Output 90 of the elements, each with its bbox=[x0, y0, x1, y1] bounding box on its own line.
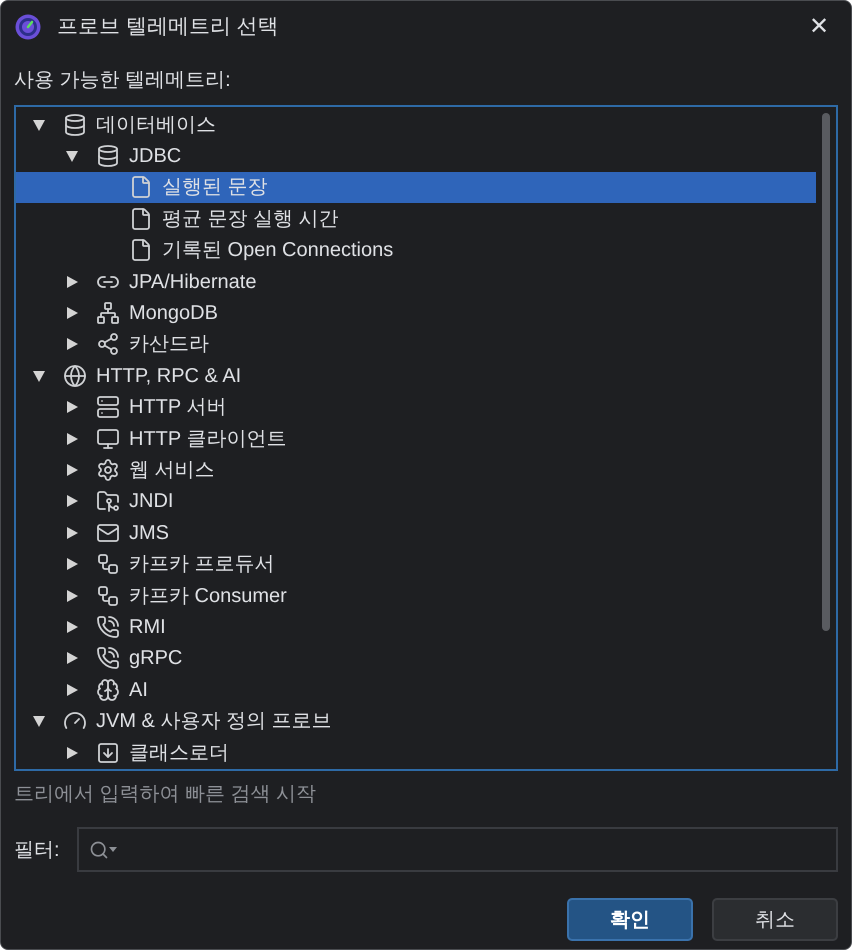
filter-label: 필터: bbox=[14, 838, 61, 862]
nodes-icon bbox=[96, 552, 120, 576]
collapse-arrow-icon[interactable] bbox=[32, 118, 46, 132]
download-icon bbox=[96, 740, 120, 764]
tree-item-label: HTTP 서버 bbox=[129, 395, 226, 420]
expand-arrow-icon[interactable] bbox=[65, 400, 79, 414]
tree-item-label: JDBC bbox=[129, 144, 182, 170]
close-button[interactable]: ✕ bbox=[809, 15, 829, 39]
tree-item[interactable]: 웹 서비스 bbox=[16, 454, 816, 486]
database-icon bbox=[96, 144, 120, 168]
tree-item-label: JVM & 사용자 정의 프로브 bbox=[96, 709, 332, 734]
tree-item[interactable]: JMS bbox=[16, 517, 816, 548]
tree-item[interactable]: 기록된 Open Connections bbox=[16, 234, 816, 266]
tree-item[interactable]: HTTP, RPC & AI bbox=[16, 360, 816, 392]
scrollbar-thumb[interactable] bbox=[822, 113, 830, 631]
nodes-icon bbox=[96, 584, 120, 608]
tree-item-label: HTTP, RPC & AI bbox=[96, 364, 242, 389]
caret-icon bbox=[109, 846, 117, 852]
tree-item-label: AI bbox=[129, 678, 148, 703]
tree-item[interactable]: JNDI bbox=[16, 486, 816, 518]
app-logo-icon bbox=[15, 14, 41, 40]
expand-arrow-icon[interactable] bbox=[65, 682, 79, 697]
ok-button[interactable]: 확인 bbox=[567, 898, 693, 941]
tree-item-label: 카산드라 bbox=[129, 332, 209, 358]
tree-item[interactable]: AI bbox=[16, 674, 816, 706]
expand-arrow-icon[interactable] bbox=[65, 746, 79, 760]
tree-item-label: 카프카 Consumer bbox=[129, 584, 287, 609]
tree-item[interactable]: RMI bbox=[16, 611, 816, 643]
tree-item-label: 클래스로더 bbox=[129, 740, 229, 766]
tree-item[interactable]: HTTP 클라이언트 bbox=[16, 422, 816, 454]
tree-item-label: 평균 문장 실행 시간 bbox=[162, 206, 339, 232]
file-icon bbox=[129, 206, 153, 231]
brain-icon bbox=[96, 678, 120, 702]
tree-item-label: JMS bbox=[129, 520, 169, 546]
expand-arrow-icon[interactable] bbox=[65, 432, 79, 446]
cancel-button[interactable]: 취소 bbox=[712, 898, 838, 941]
phone-icon bbox=[96, 614, 120, 639]
expand-arrow-icon[interactable] bbox=[65, 557, 79, 572]
tree-item-label: RMI bbox=[129, 614, 166, 640]
collapse-arrow-icon[interactable] bbox=[65, 149, 79, 164]
globe-icon bbox=[63, 364, 87, 388]
tree-item[interactable]: 데이터베이스 bbox=[16, 109, 816, 140]
gear-icon bbox=[96, 458, 120, 482]
tree-item[interactable]: 카산드라 bbox=[16, 328, 816, 360]
tree-item[interactable]: 카프카 Consumer bbox=[16, 580, 816, 612]
tree-item-label: 카프카 프로듀서 bbox=[129, 552, 275, 578]
tree-item[interactable]: gRPC bbox=[16, 642, 816, 674]
folder-icon bbox=[96, 489, 120, 514]
search-icon bbox=[89, 840, 109, 860]
expand-arrow-icon[interactable] bbox=[65, 274, 79, 289]
tree-item-label: gRPC bbox=[129, 646, 182, 672]
window-title: 프로브 텔레메트리 선택 bbox=[57, 14, 279, 40]
tree-item-label: MongoDB bbox=[129, 301, 218, 326]
tree-item[interactable]: JVM & 사용자 정의 프로브 bbox=[16, 705, 816, 737]
expand-arrow-icon[interactable] bbox=[65, 588, 79, 603]
tree-item[interactable]: 평균 문장 실행 시간 bbox=[16, 203, 816, 235]
server-icon bbox=[96, 395, 120, 420]
tree-item-label: 기록된 Open Connections bbox=[162, 238, 394, 264]
file-icon bbox=[129, 175, 153, 200]
expand-arrow-icon[interactable] bbox=[65, 462, 79, 477]
expand-arrow-icon[interactable] bbox=[65, 651, 79, 666]
tree-label: 사용 가능한 텔레메트리: bbox=[13, 68, 232, 93]
tree-item[interactable]: JPA/Hibernate bbox=[16, 266, 816, 298]
tree-item[interactable]: JDBC bbox=[16, 140, 816, 172]
tree-item[interactable]: 클래스로더 bbox=[16, 736, 816, 768]
tree-item-label: 웹 서비스 bbox=[129, 458, 215, 483]
collapse-arrow-icon[interactable] bbox=[32, 714, 46, 728]
tree-item-label: 데이터베이스 bbox=[96, 112, 216, 138]
graph-icon bbox=[96, 332, 120, 356]
expand-arrow-icon[interactable] bbox=[65, 306, 79, 320]
file-icon bbox=[129, 238, 153, 262]
tree-item-label: JNDI bbox=[129, 489, 174, 514]
tree-item[interactable]: 실행된 문장 bbox=[16, 172, 816, 204]
monitor-icon bbox=[96, 426, 120, 451]
phone-icon bbox=[96, 646, 120, 670]
tree-item[interactable]: HTTP 서버 bbox=[16, 392, 816, 423]
search-hint: 트리에서 입력하여 빠른 검색 시작 bbox=[13, 782, 318, 807]
tree-item[interactable]: MongoDB bbox=[16, 297, 816, 329]
database-icon bbox=[63, 112, 87, 137]
expand-arrow-icon[interactable] bbox=[65, 620, 79, 634]
tree-item-label: 실행된 문장 bbox=[162, 175, 268, 200]
expand-arrow-icon[interactable] bbox=[65, 494, 79, 508]
tree-item-label: HTTP 클라이언트 bbox=[129, 426, 286, 452]
filter-field[interactable] bbox=[77, 827, 838, 872]
network-icon bbox=[96, 301, 120, 326]
expand-arrow-icon[interactable] bbox=[65, 526, 79, 540]
tree-item[interactable]: 카프카 프로듀서 bbox=[16, 548, 816, 580]
expand-arrow-icon[interactable] bbox=[65, 337, 79, 352]
collapse-arrow-icon[interactable] bbox=[32, 368, 46, 383]
tree-item-label: JPA/Hibernate bbox=[129, 270, 256, 295]
